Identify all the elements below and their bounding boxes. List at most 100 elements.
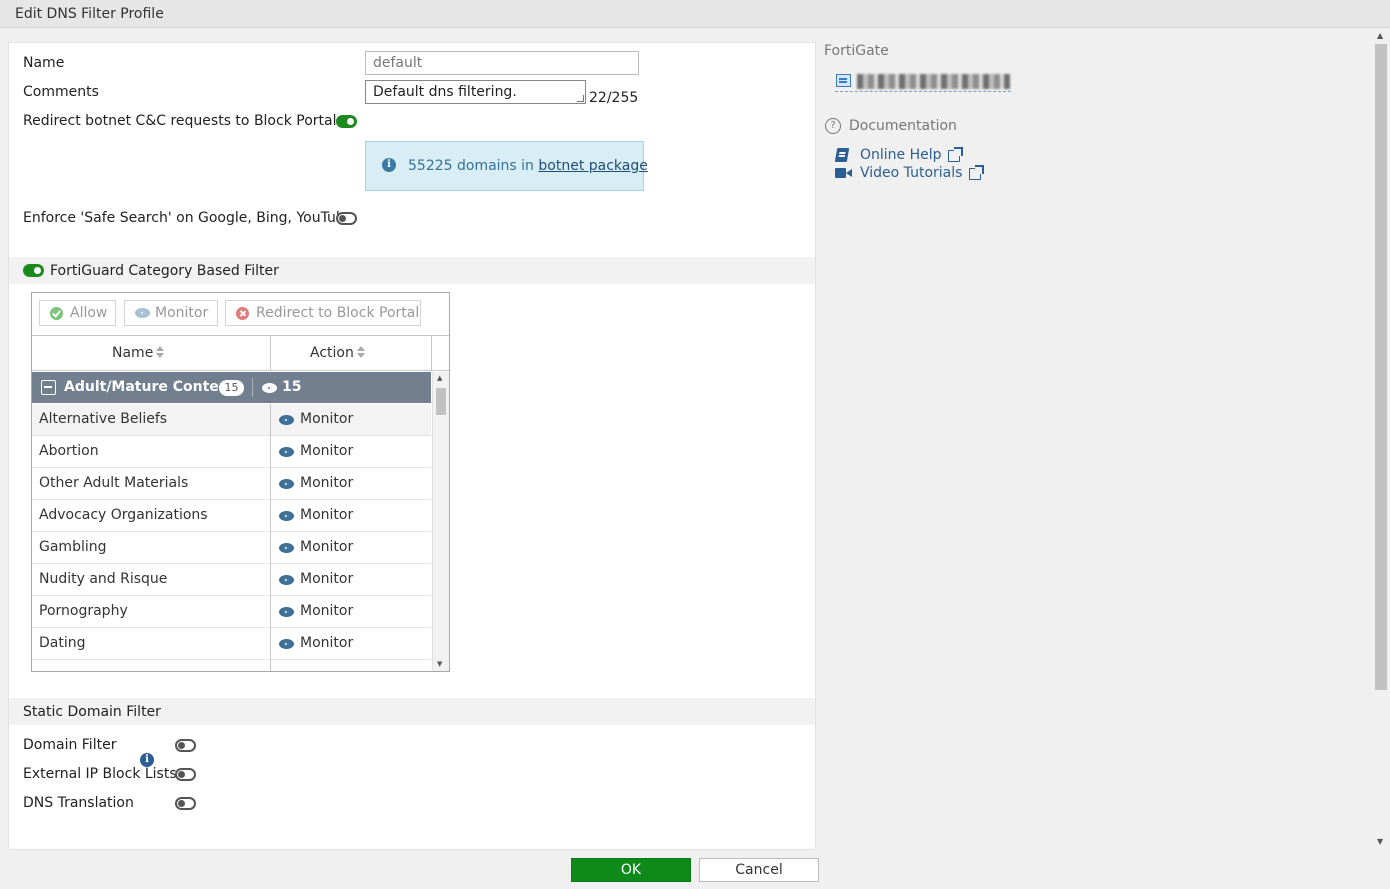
dns-translation-toggle[interactable]: [175, 797, 196, 810]
fortiguard-toggle[interactable]: [23, 264, 44, 277]
cell-divider: [270, 500, 271, 532]
table-row[interactable]: Nudity and Risque Monitor: [32, 564, 431, 596]
row-action: Monitor: [300, 539, 354, 555]
scroll-up-arrow[interactable]: ▲: [1377, 31, 1383, 40]
allow-button[interactable]: Allow: [39, 300, 116, 326]
safe-search-toggle[interactable]: [336, 212, 357, 225]
static-domain-section-header: Static Domain Filter: [9, 698, 815, 725]
eye-icon: [279, 447, 294, 457]
dialog-footer: [0, 850, 1390, 889]
column-action-label: Action: [310, 345, 354, 361]
dns-translation-info-icon[interactable]: i: [140, 753, 154, 767]
comments-textarea[interactable]: Default dns filtering.: [365, 80, 586, 104]
cell-divider: [270, 404, 271, 436]
documentation-header: Documentation: [849, 118, 957, 134]
comments-text: Default dns filtering.: [373, 84, 517, 100]
online-help-link[interactable]: Online Help: [860, 147, 942, 163]
external-link-icon[interactable]: [948, 147, 963, 162]
row-name: Pornography: [39, 603, 128, 619]
device-header: FortiGate: [824, 43, 889, 59]
row-action: Monitor: [300, 475, 354, 491]
ok-button[interactable]: OK: [571, 858, 691, 882]
redirect-botnet-label: Redirect botnet C&C requests to Block Po…: [23, 113, 337, 129]
row-name: Other Adult Materials: [39, 475, 189, 491]
eye-icon: [279, 511, 294, 521]
resize-grip[interactable]: [577, 95, 584, 102]
name-input[interactable]: default: [365, 51, 639, 75]
cell-divider: [270, 468, 271, 500]
grid-scroll-thumb[interactable]: [436, 388, 446, 415]
cancel-button[interactable]: Cancel: [699, 858, 819, 882]
table-row-partial[interactable]: [32, 660, 431, 671]
collapse-icon[interactable]: [41, 380, 56, 395]
table-row[interactable]: Abortion Monitor: [32, 436, 431, 468]
botnet-package-link[interactable]: botnet package: [538, 158, 647, 174]
external-ip-toggle[interactable]: [175, 768, 196, 781]
info-icon: i: [382, 158, 396, 172]
cell-divider: [270, 436, 271, 468]
redirect-botnet-toggle[interactable]: [336, 115, 357, 128]
column-header-name[interactable]: Name: [112, 345, 165, 361]
check-circle-icon: [50, 307, 63, 320]
monitor-button-label: Monitor: [155, 305, 209, 321]
redirect-button-label: Redirect to Block Portal: [256, 305, 420, 321]
scroll-up-arrow[interactable]: ▲: [437, 374, 442, 382]
grid-scrollbar[interactable]: ▲ ▼: [432, 372, 449, 671]
column-divider: [270, 336, 271, 370]
eye-icon: [279, 639, 294, 649]
group-count-badge: 15: [219, 380, 244, 396]
group-row-adult-mature[interactable]: Adult/Mature Content 15 15: [32, 372, 431, 403]
column-name-label: Name: [112, 345, 154, 361]
redirect-block-portal-button[interactable]: Redirect to Block Portal: [225, 300, 421, 326]
row-name: Dating: [39, 635, 86, 651]
category-grid: Allow Monitor Redirect to Block Portal N…: [31, 292, 450, 672]
fortiguard-section-header: FortiGuard Category Based Filter: [9, 257, 815, 284]
x-circle-icon: [236, 307, 249, 320]
window-scroll-thumb[interactable]: [1375, 44, 1387, 690]
row-name: Advocacy Organizations: [39, 507, 208, 523]
botnet-info-count: 55225 domains in: [408, 158, 534, 174]
dns-translation-label: DNS Translation: [23, 795, 134, 811]
row-name: Alternative Beliefs: [39, 411, 168, 427]
eye-icon: [279, 575, 294, 585]
column-divider: [431, 336, 432, 370]
table-row[interactable]: Pornography Monitor: [32, 596, 431, 628]
cell-divider: [270, 596, 271, 628]
group-divider: [252, 378, 253, 397]
allow-button-label: Allow: [70, 305, 108, 321]
window-scrollbar[interactable]: ▲ ▼: [1373, 28, 1390, 850]
group-monitor-count: 15: [282, 379, 302, 395]
book-icon: [834, 148, 850, 162]
row-action: Monitor: [300, 507, 354, 523]
row-name: Abortion: [39, 443, 99, 459]
table-row[interactable]: Advocacy Organizations Monitor: [32, 500, 431, 532]
device-name-redacted[interactable]: [857, 74, 1010, 89]
grid-header: Name Action: [32, 335, 449, 371]
table-row[interactable]: Other Adult Materials Monitor: [32, 468, 431, 500]
row-action: Monitor: [300, 443, 354, 459]
scroll-down-arrow[interactable]: ▼: [1377, 837, 1383, 846]
dialog-title-bar: Edit DNS Filter Profile: [0, 0, 1390, 28]
row-action: Monitor: [300, 635, 354, 651]
monitor-button[interactable]: Monitor: [124, 300, 218, 326]
column-header-action[interactable]: Action: [310, 345, 366, 361]
domain-filter-toggle[interactable]: [175, 739, 196, 752]
name-label: Name: [23, 55, 65, 71]
cell-divider: [270, 532, 271, 564]
cell-divider: [270, 628, 271, 660]
scroll-down-arrow[interactable]: ▼: [437, 660, 442, 668]
eye-icon: [279, 415, 294, 425]
eye-icon: [279, 479, 294, 489]
table-row[interactable]: Alternative Beliefs Monitor: [32, 404, 431, 436]
video-tutorials-link[interactable]: Video Tutorials: [860, 165, 962, 181]
eye-icon: [279, 543, 294, 553]
comments-label: Comments: [23, 84, 99, 100]
table-row[interactable]: Gambling Monitor: [32, 532, 431, 564]
table-row[interactable]: Dating Monitor: [32, 628, 431, 660]
row-action: Monitor: [300, 603, 354, 619]
row-name: Gambling: [39, 539, 107, 555]
question-icon: ?: [825, 118, 841, 134]
device-icon: [836, 74, 851, 87]
external-link-icon[interactable]: [969, 165, 984, 180]
row-action: Monitor: [300, 411, 354, 427]
